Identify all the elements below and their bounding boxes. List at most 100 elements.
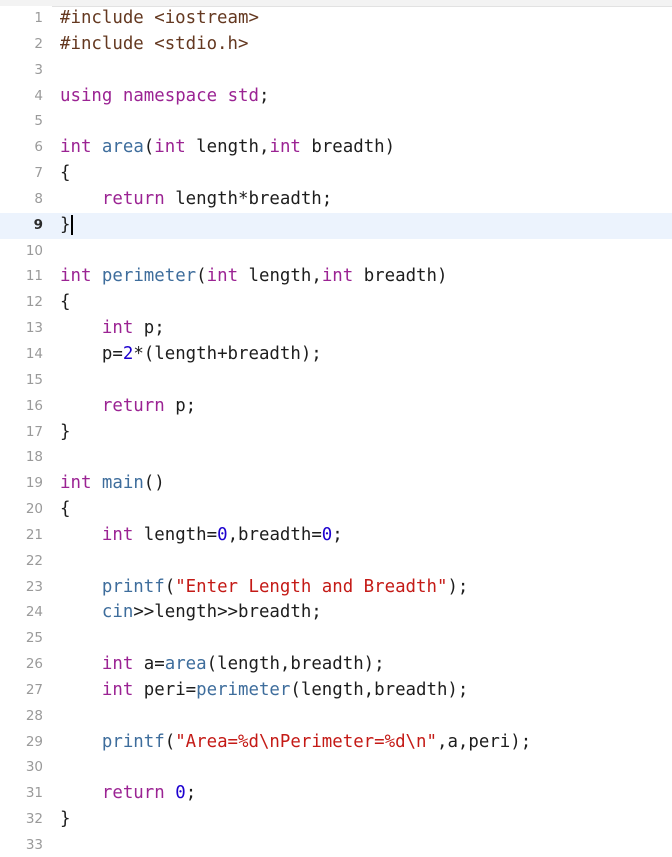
code-line[interactable]: 1 #include <iostream> [0,6,672,32]
code-token: int [101,679,134,700]
code-line[interactable]: 9} [0,212,672,239]
code-token: int [269,137,301,158]
code-token: int [60,266,92,287]
code-token: std [227,85,259,106]
code-token: length= [133,524,218,545]
code-line-text: int area(int length,int breadth) [60,135,395,161]
code-line[interactable]: 28 [0,704,672,730]
code-line-text: using namespace std; [60,84,269,110]
code-token: main [101,473,144,494]
code-line[interactable]: 14 p=2*(length+breadth); [0,342,672,368]
code-line-text: int peri=perimeter(length,breadth); [60,678,468,704]
code-token: area [101,137,144,158]
line-number: 30 [25,759,43,776]
code-line[interactable]: 12 { [0,290,672,316]
code-line[interactable]: 2 #include <stdio.h> [0,32,672,58]
code-line-text: #include <iostream> [60,6,259,32]
code-line[interactable]: 32} [0,807,672,833]
line-number: 16 [25,397,43,414]
code-line[interactable]: 24 cin>>length>>breadth; [0,600,672,626]
code-area[interactable]: 1 #include <iostream> 2 #include <stdio.h> 3… [0,6,672,857]
code-token: } [60,809,71,830]
code-line[interactable]: 6 int area(int length,int breadth) [0,135,672,161]
code-line[interactable]: 7{ [0,161,672,187]
code-line[interactable]: 30 [0,755,672,781]
code-token: ,breadth= [227,524,322,545]
line-number: 4 [34,87,43,104]
code-line-text: p=2*(length+breadth); [60,342,322,368]
code-line[interactable]: 15 [0,368,672,394]
line-number: 26 [25,656,43,673]
code-line[interactable]: 13 int p; [0,316,672,342]
code-line[interactable]: 26 int a=area(length,breadth); [0,652,672,678]
code-line-text: return 0; [60,781,196,807]
code-line[interactable]: 29 printf("Area=%d\nPerimeter=%d\n",a,pe… [0,730,672,756]
line-number: 15 [25,371,43,388]
code-token: #include [60,33,155,54]
code-token: breadth) [353,266,448,287]
code-token: { [60,499,71,520]
code-line-text: cin>>length>>breadth; [60,600,322,626]
line-number: 31 [25,785,43,802]
code-token: perimeter [196,679,291,700]
code-line[interactable]: 18 [0,445,672,471]
line-number: 24 [25,604,43,621]
code-line[interactable]: 23 printf("Enter Length and Breadth"); [0,575,672,601]
code-token: int [60,473,92,494]
code-line[interactable]: 25 [0,626,672,652]
code-line[interactable]: 21 int length=0,breadth=0; [0,523,672,549]
code-token: } [60,214,71,235]
line-number: 18 [25,449,43,466]
code-line[interactable]: 33 [0,833,672,857]
code-token: 0 [217,524,228,545]
code-line-text: { [60,290,70,316]
code-token: } [60,421,71,442]
code-line[interactable]: 16 return p; [0,394,672,420]
code-line-text: return p; [60,394,196,420]
code-line[interactable]: 31 return 0; [0,781,672,807]
code-line[interactable]: 11 int perimeter(int length,int breadth) [0,264,672,290]
code-line[interactable]: 8 return length*breadth; [0,187,672,213]
code-token: peri= [133,679,197,700]
code-line[interactable]: 20 { [0,497,672,523]
code-token: ( [164,731,176,752]
code-line[interactable]: 19 int main() [0,471,672,497]
code-line[interactable]: 4 using namespace std; [0,84,672,110]
code-editor[interactable]: 1 #include <iostream> 2 #include <stdio.h> 3… [0,0,672,857]
code-token: (length,breadth); [206,654,385,675]
code-line-text: { [60,161,70,187]
code-line[interactable]: 17} [0,420,672,446]
code-token: ,a,peri); [436,731,532,752]
line-number: 25 [25,630,43,647]
line-number: 3 [34,61,43,78]
code-token: length*breadth; [164,188,333,209]
code-token: length, [185,137,270,158]
code-token: int [101,654,134,675]
code-line-text: } [60,420,70,446]
code-token: { [60,292,71,313]
code-line[interactable]: 3 [0,58,672,84]
code-line[interactable]: 10 [0,239,672,265]
code-token: "Enter Length and Breadth" [175,576,448,597]
code-token: int [60,137,92,158]
code-line[interactable]: 5 [0,109,672,135]
code-token: 0 [175,783,186,804]
code-line-text: int a=area(length,breadth); [60,652,385,678]
code-line[interactable]: 22 [0,549,672,575]
code-line[interactable]: 27 int peri=perimeter(length,breadth); [0,678,672,704]
code-token: "Area=%d\nPerimeter=%d\n" [175,731,437,752]
code-line-text: int perimeter(int length,int breadth) [60,264,447,290]
line-number: 2 [34,35,43,52]
code-line-text: int main() [60,471,165,497]
